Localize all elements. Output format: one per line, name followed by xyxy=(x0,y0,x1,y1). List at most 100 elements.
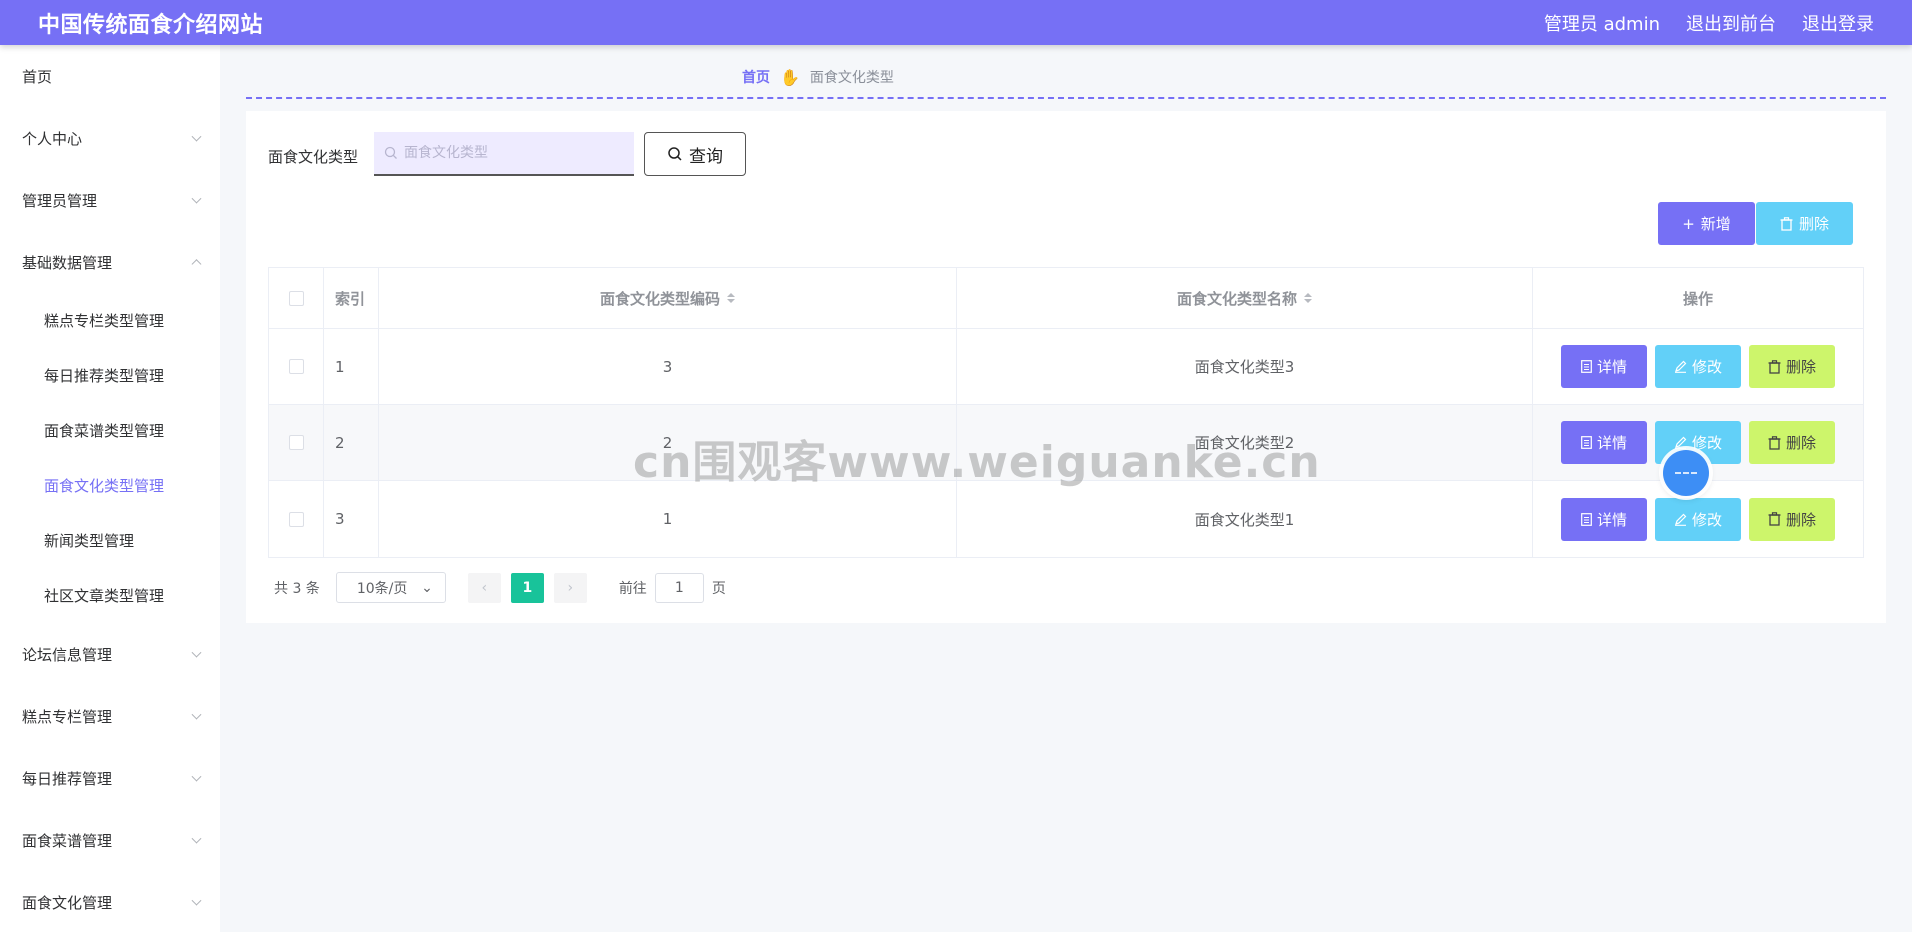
detail-button[interactable]: 详情 xyxy=(1561,345,1647,388)
content-panel: 面食文化类型 查询 + 新增 删除 索引 面食文化类型编码 xyxy=(246,111,1886,623)
floating-assistant-button[interactable] xyxy=(1663,450,1709,496)
breadcrumb-home[interactable]: 首页 xyxy=(742,67,770,87)
sidebar-item-noodle-culture-management[interactable]: 面食文化管理 xyxy=(0,871,220,932)
document-icon xyxy=(1581,436,1592,449)
sidebar-subitem-pastry-column-type[interactable]: 糕点专栏类型管理 xyxy=(0,293,220,348)
sidebar-item-daily-recommend-management[interactable]: 每日推荐管理 xyxy=(0,747,220,809)
add-button[interactable]: + 新增 xyxy=(1658,202,1755,245)
page-suffix: 页 xyxy=(711,580,726,597)
delete-button[interactable]: 删除 xyxy=(1749,497,1835,541)
page-number-button[interactable]: 1 xyxy=(510,572,544,603)
sidebar-subitem-label: 每日推荐类型管理 xyxy=(44,367,165,385)
query-button-label: 查询 xyxy=(689,146,723,167)
sidebar-item-personal-center[interactable]: 个人中心 xyxy=(0,107,220,169)
delete-button[interactable]: 删除 xyxy=(1749,345,1835,388)
row-code: 3 xyxy=(379,329,957,404)
page-size-value: 10条/页 xyxy=(356,580,408,597)
row-check-cell xyxy=(269,329,324,404)
chevron-down-icon xyxy=(191,131,202,142)
exit-to-frontend-link[interactable]: 退出到前台 xyxy=(1686,10,1776,36)
sidebar-item-pastry-column-management[interactable]: 糕点专栏管理 xyxy=(0,685,220,747)
batch-delete-button[interactable]: 删除 xyxy=(1756,202,1853,245)
table-row: 2 2 面食文化类型2 详情 修改 删除 xyxy=(269,405,1863,481)
detail-button-label: 详情 xyxy=(1596,434,1627,452)
sidebar-subitem-noodle-culture-type[interactable]: 面食文化类型管理 xyxy=(0,458,220,513)
sidebar-subitem-community-article-type[interactable]: 社区文章类型管理 xyxy=(0,568,220,623)
sidebar-item-label: 面食菜谱管理 xyxy=(22,831,113,850)
table-row: 1 3 面食文化类型3 详情 修改 删除 xyxy=(269,329,1863,405)
data-table: 索引 面食文化类型编码 面食文化类型名称 操作 1 3 面食文化类型3 详情 修… xyxy=(268,267,1864,558)
delete-button-label: 删除 xyxy=(1785,510,1816,529)
logout-link[interactable]: 退出登录 xyxy=(1802,10,1874,36)
row-name: 面食文化类型3 xyxy=(957,329,1533,404)
next-page-button[interactable]: › xyxy=(553,572,587,603)
table-header-row: 索引 面食文化类型编码 面食文化类型名称 操作 xyxy=(269,268,1863,329)
delete-button[interactable]: 删除 xyxy=(1749,421,1835,464)
trash-icon xyxy=(1768,435,1781,450)
detail-button-label: 详情 xyxy=(1596,358,1627,376)
sidebar-item-label: 管理员管理 xyxy=(22,191,98,210)
row-code: 1 xyxy=(379,481,957,557)
chevron-down-icon xyxy=(191,771,202,782)
sidebar-item-noodle-recipe-management[interactable]: 面食菜谱管理 xyxy=(0,809,220,871)
sidebar-subitem-label: 糕点专栏类型管理 xyxy=(44,312,165,330)
batch-delete-label: 删除 xyxy=(1798,215,1829,233)
sidebar-subitem-daily-recommend-type[interactable]: 每日推荐类型管理 xyxy=(0,348,220,403)
row-check-cell xyxy=(269,481,324,557)
goto-page-input[interactable] xyxy=(654,572,704,603)
search-field xyxy=(374,132,634,176)
row-name: 面食文化类型2 xyxy=(957,405,1533,480)
column-header-index: 索引 xyxy=(324,268,379,328)
row-checkbox[interactable] xyxy=(288,435,304,450)
sidebar: 首页 个人中心 管理员管理 基础数据管理 糕点专栏类型管理 每日推荐类型管理 面… xyxy=(0,45,220,932)
sidebar-subitem-label: 面食文化类型管理 xyxy=(44,477,165,495)
search-input[interactable] xyxy=(404,145,624,161)
sidebar-item-label: 首页 xyxy=(22,67,53,86)
row-actions: 详情 修改 删除 xyxy=(1533,329,1863,404)
page-size-select[interactable]: 10条/页 ⌄ xyxy=(335,572,446,603)
trash-icon xyxy=(1768,512,1781,526)
chevron-down-icon: ⌄ xyxy=(421,579,433,596)
chevron-left-icon: ‹ xyxy=(481,579,488,596)
chevron-down-icon xyxy=(191,647,202,658)
document-icon xyxy=(1581,360,1592,373)
sidebar-item-forum-management[interactable]: 论坛信息管理 xyxy=(0,623,220,685)
detail-button-label: 详情 xyxy=(1596,510,1627,529)
sidebar-subitem-noodle-recipe-type[interactable]: 面食菜谱类型管理 xyxy=(0,403,220,458)
detail-button[interactable]: 详情 xyxy=(1561,497,1647,541)
sidebar-item-home[interactable]: 首页 xyxy=(0,45,220,107)
sort-icon[interactable] xyxy=(727,293,735,303)
sort-icon[interactable] xyxy=(1304,293,1312,303)
delete-button-label: 删除 xyxy=(1785,358,1816,376)
delete-button-label: 删除 xyxy=(1785,434,1816,452)
document-icon xyxy=(1581,512,1592,526)
top-right-links: 管理员 admin 退出到前台 退出登录 xyxy=(1544,10,1874,36)
row-checkbox[interactable] xyxy=(288,359,304,374)
sidebar-subitem-news-type[interactable]: 新闻类型管理 xyxy=(0,513,220,568)
sidebar-item-base-data-management[interactable]: 基础数据管理 xyxy=(0,231,220,293)
column-header-code[interactable]: 面食文化类型编码 xyxy=(379,268,957,328)
select-all-checkbox[interactable] xyxy=(288,290,304,306)
column-header-name[interactable]: 面食文化类型名称 xyxy=(957,268,1533,328)
add-button-label: 新增 xyxy=(1700,215,1731,233)
sidebar-item-label: 个人中心 xyxy=(22,129,83,148)
chevron-up-icon xyxy=(191,259,202,270)
prev-page-button[interactable]: ‹ xyxy=(467,572,501,603)
row-checkbox[interactable] xyxy=(288,511,304,527)
edit-button[interactable]: 修改 xyxy=(1655,345,1741,388)
edit-button[interactable]: 修改 xyxy=(1655,497,1741,541)
sidebar-subitem-label: 社区文章类型管理 xyxy=(44,587,165,605)
chevron-down-icon xyxy=(191,895,202,906)
sidebar-item-admin-management[interactable]: 管理员管理 xyxy=(0,169,220,231)
row-name: 面食文化类型1 xyxy=(957,481,1533,557)
edit-icon xyxy=(1674,436,1687,449)
edit-icon xyxy=(1674,360,1687,373)
query-button[interactable]: 查询 xyxy=(644,132,746,176)
edit-button-label: 修改 xyxy=(1691,434,1722,452)
search-icon xyxy=(668,147,682,161)
sidebar-subitem-label: 新闻类型管理 xyxy=(44,532,135,550)
top-navbar: 中国传统面食介绍网站 管理员 admin 退出到前台 退出登录 xyxy=(0,0,1912,45)
edit-button-label: 修改 xyxy=(1691,358,1722,376)
sidebar-item-label: 糕点专栏管理 xyxy=(22,707,113,726)
detail-button[interactable]: 详情 xyxy=(1561,421,1647,464)
